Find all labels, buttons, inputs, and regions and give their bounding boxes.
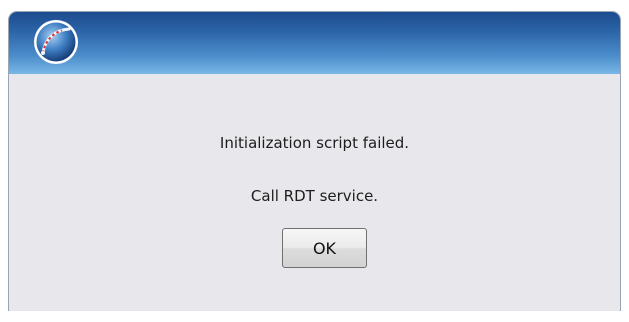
ok-button[interactable]: OK — [282, 228, 367, 268]
error-dialog: Initialization script failed. Call RDT s… — [8, 11, 621, 311]
instruction-message: Call RDT service. — [250, 187, 379, 205]
dialog-titlebar — [9, 12, 620, 74]
error-message: Initialization script failed. — [219, 134, 410, 152]
gauge-dial-icon — [31, 17, 81, 67]
